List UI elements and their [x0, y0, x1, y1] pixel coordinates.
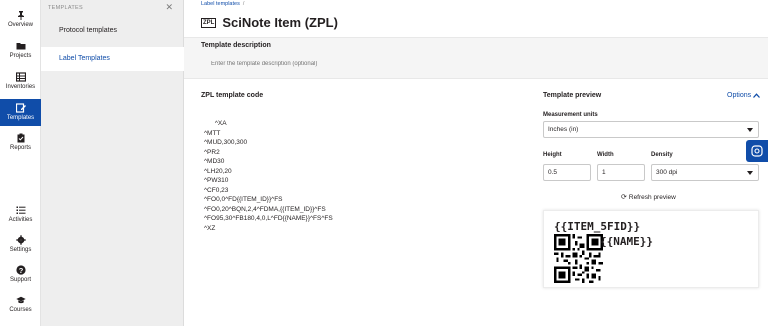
close-icon[interactable]: ✕ [165, 2, 173, 13]
nav-activities[interactable]: Activities [0, 205, 41, 223]
main-nav-rail: Overview Projects Inventories Templates … [0, 0, 41, 326]
nav-label: Reports [9, 145, 31, 151]
density-value: 300 dpi [656, 169, 678, 176]
width-input[interactable]: 1 [597, 164, 645, 181]
refresh-preview-button[interactable]: ⟳ Refresh preview [621, 193, 676, 201]
help-widget-button[interactable] [746, 140, 768, 162]
chevron-up-icon [753, 92, 761, 98]
nav-label: Support [9, 277, 31, 283]
main-content: Label templates / ZPL SciNote Item (ZPL) … [184, 0, 768, 326]
nav-settings[interactable]: Settings [0, 235, 41, 253]
nav-support[interactable]: ? Support [0, 265, 41, 283]
measurement-units-select[interactable]: Inches (in) [543, 121, 759, 138]
breadcrumb-link[interactable]: Label templates [201, 1, 240, 7]
refresh-preview-label: Refresh preview [628, 194, 676, 201]
options-toggle[interactable]: Options [727, 92, 761, 99]
nav-label: Settings [9, 247, 32, 253]
width-label: Width [597, 152, 614, 158]
nav-courses[interactable]: Courses [0, 295, 41, 313]
description-label: Template description [201, 42, 271, 49]
page-header: ZPL SciNote Item (ZPL) [201, 15, 338, 30]
template-icon [15, 103, 26, 113]
submenu-item-protocol-templates[interactable]: Protocol templates [41, 19, 184, 43]
nav-label: Projects [9, 53, 32, 59]
inventory-icon [15, 72, 26, 82]
nav-label: Activities [8, 217, 33, 223]
nav-inventories[interactable]: Inventories [0, 72, 41, 90]
nav-label: Courses [9, 307, 32, 313]
label-preview: {{ITEM_5FID}} {{NAME}} [543, 210, 759, 288]
svg-text:?: ? [18, 266, 23, 275]
height-label: Height [543, 152, 562, 158]
measurement-units-label: Measurement units [543, 112, 598, 118]
graduation-cap-icon [15, 296, 26, 304]
question-icon: ? [15, 265, 26, 275]
nav-projects[interactable]: Projects [0, 41, 41, 59]
nav-reports[interactable]: Reports [0, 133, 41, 151]
nav-label: Inventories [5, 84, 36, 90]
templates-submenu: TEMPLATES ✕ Protocol templates Label Tem… [41, 0, 184, 326]
submenu-item-label-templates[interactable]: Label Templates [41, 47, 184, 71]
description-input[interactable] [201, 56, 531, 72]
zpl-code-label: ZPL template code [201, 92, 264, 99]
refresh-icon: ⟳ [621, 194, 627, 201]
breadcrumb-separator: / [242, 1, 245, 7]
density-label: Density [651, 152, 673, 158]
qr-code-image [554, 234, 603, 283]
zpl-badge-icon: ZPL [201, 17, 217, 28]
app-root: Overview Projects Inventories Templates … [0, 0, 768, 326]
gear-icon [15, 235, 26, 245]
description-section: Template description [184, 37, 768, 79]
preview-name-text: {{NAME}} [600, 235, 653, 248]
pin-icon [17, 11, 24, 20]
list-icon [16, 206, 25, 214]
folder-icon [16, 43, 25, 50]
nav-templates[interactable]: Templates [0, 99, 41, 126]
measurement-units-value: Inches (in) [548, 126, 579, 133]
caret-down-icon [747, 128, 753, 132]
height-input[interactable]: 0.5 [543, 164, 591, 181]
chat-help-icon [751, 145, 763, 157]
submenu-header: TEMPLATES [48, 5, 83, 11]
template-preview-label: Template preview [543, 92, 602, 99]
nav-overview[interactable]: Overview [0, 10, 41, 28]
caret-down-icon [747, 171, 753, 175]
clipboard-icon [17, 133, 24, 143]
nav-label: Overview [7, 22, 33, 28]
page-title[interactable]: SciNote Item (ZPL) [222, 15, 338, 30]
nav-label: Templates [6, 115, 35, 121]
density-select[interactable]: 300 dpi [651, 164, 759, 181]
zpl-code-editor[interactable]: ^XA ^MTT ^MUD,300,300 ^PR2 ^MD30 ^LH20,2… [204, 119, 333, 233]
breadcrumb: Label templates / [201, 1, 244, 7]
preview-item-id-text: {{ITEM_5FID}} [554, 220, 641, 233]
options-label: Options [727, 92, 752, 99]
